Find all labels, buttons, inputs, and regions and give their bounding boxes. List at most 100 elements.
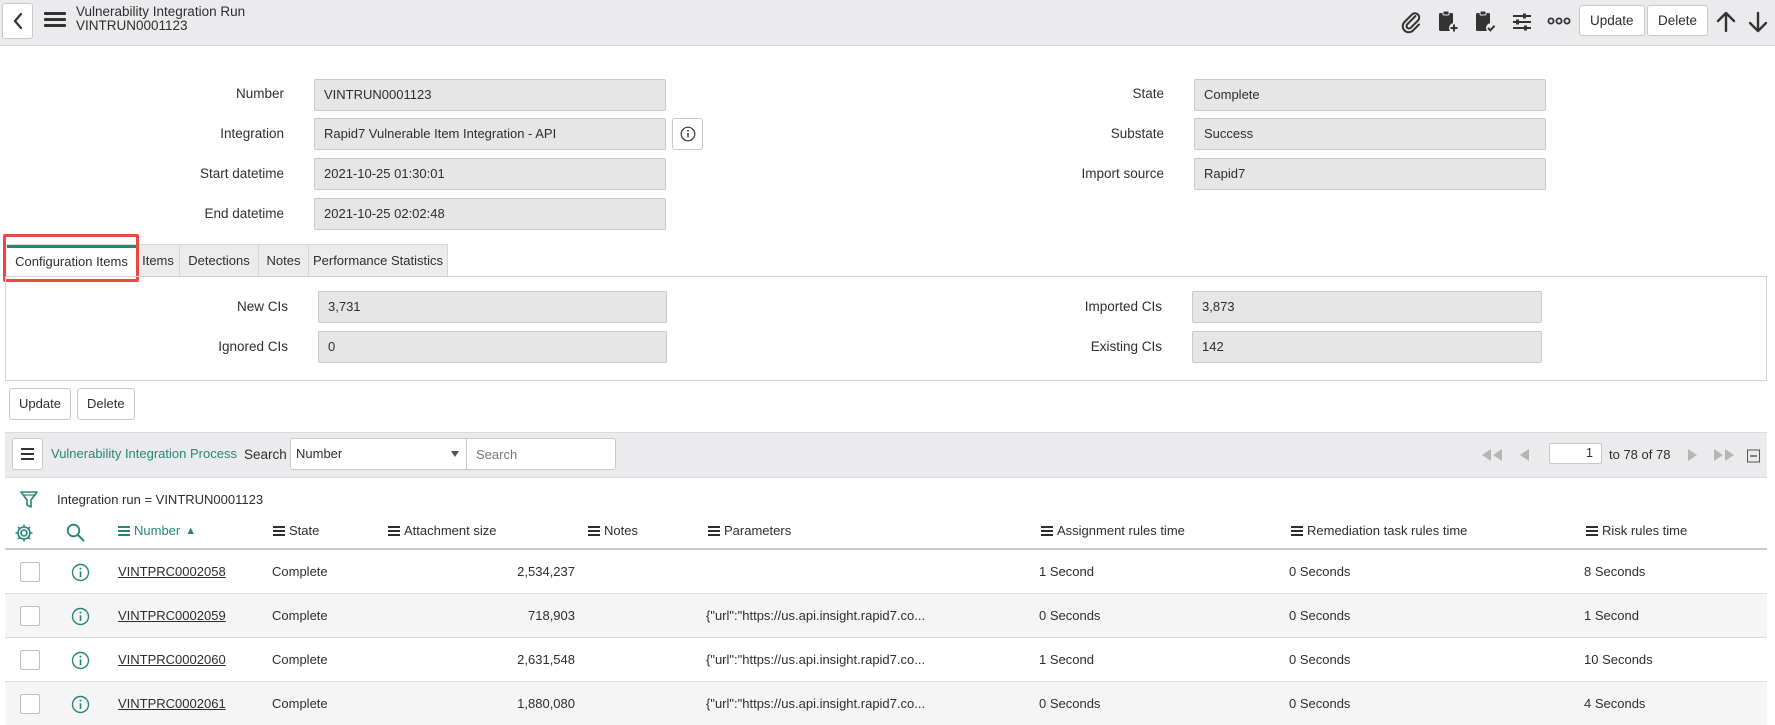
info-icon[interactable] bbox=[71, 563, 90, 582]
column-header-notes[interactable]: Notes bbox=[588, 523, 638, 538]
table-row[interactable]: VINTPRC0002059 Complete 718,903 {"url":"… bbox=[5, 594, 1767, 638]
row-number-link[interactable]: VINTPRC0002060 bbox=[118, 652, 226, 667]
tab-notes[interactable]: Notes bbox=[259, 245, 309, 276]
gear-icon[interactable] bbox=[14, 523, 34, 543]
clipboard-plus-icon[interactable] bbox=[1436, 9, 1460, 35]
column-menu-icon[interactable] bbox=[118, 524, 130, 538]
list-title[interactable]: Vulnerability Integration Process bbox=[51, 446, 237, 461]
search-field-select[interactable]: Number bbox=[290, 438, 467, 470]
import-source-label: Import source bbox=[1081, 166, 1164, 181]
imported-cis-label: Imported CIs bbox=[1084, 299, 1162, 314]
more-icon[interactable] bbox=[1547, 14, 1571, 28]
new-cis-field[interactable]: 3,731 bbox=[318, 291, 667, 323]
row-assignment-time: 1 Second bbox=[1039, 564, 1094, 579]
row-checkbox[interactable] bbox=[20, 650, 40, 670]
start-datetime-field[interactable]: 2021-10-25 01:30:01 bbox=[314, 158, 666, 190]
row-attachment-size: 1,880,080 bbox=[517, 696, 575, 711]
ignored-cis-field[interactable]: 0 bbox=[318, 331, 667, 363]
column-header-remediation-task-rules-time[interactable]: Remediation task rules time bbox=[1291, 523, 1467, 538]
table-row[interactable]: VINTPRC0002061 Complete 1,880,080 {"url"… bbox=[5, 682, 1767, 725]
back-button[interactable] bbox=[2, 3, 33, 39]
info-icon bbox=[680, 126, 695, 142]
search-input[interactable] bbox=[466, 438, 616, 470]
page-range-text: to 78 of 78 bbox=[1609, 447, 1671, 462]
row-remediation-time: 0 Seconds bbox=[1289, 652, 1351, 667]
first-page-icon[interactable] bbox=[1480, 447, 1504, 463]
end-datetime-field[interactable]: 2021-10-25 02:02:48 bbox=[314, 198, 666, 230]
last-page-icon[interactable] bbox=[1712, 447, 1736, 463]
form-update-button[interactable]: Update bbox=[9, 388, 71, 420]
column-menu-icon[interactable] bbox=[273, 524, 285, 538]
row-state: Complete bbox=[272, 652, 328, 667]
column-menu-icon[interactable] bbox=[1041, 524, 1053, 538]
state-label: State bbox=[1132, 86, 1164, 101]
record-type: Vulnerability Integration Run bbox=[76, 4, 246, 19]
substate-field[interactable]: Success bbox=[1194, 118, 1546, 150]
row-checkbox[interactable] bbox=[20, 562, 40, 582]
row-risk-time: 8 Seconds bbox=[1584, 564, 1646, 579]
tab-detections[interactable]: Detections bbox=[180, 245, 259, 276]
row-number-link[interactable]: VINTPRC0002058 bbox=[118, 564, 226, 579]
integration-field[interactable]: Rapid7 Vulnerable Item Integration - API bbox=[314, 118, 666, 150]
import-source-field[interactable]: Rapid7 bbox=[1194, 158, 1546, 190]
state-field[interactable]: Complete bbox=[1194, 79, 1546, 111]
arrow-up-icon[interactable] bbox=[1715, 10, 1737, 34]
sliders-icon[interactable] bbox=[1510, 10, 1534, 34]
previous-page-icon[interactable] bbox=[1518, 447, 1530, 463]
row-remediation-time: 0 Seconds bbox=[1289, 696, 1351, 711]
row-assignment-time: 1 Second bbox=[1039, 652, 1094, 667]
tab-performance-statistics[interactable]: Performance Statistics bbox=[309, 245, 448, 276]
page-number-input[interactable]: 1 bbox=[1549, 443, 1602, 464]
clipboard-check-icon[interactable] bbox=[1473, 9, 1497, 35]
row-risk-time: 1 Second bbox=[1584, 608, 1639, 623]
info-icon[interactable] bbox=[71, 607, 90, 626]
list-menu-button[interactable] bbox=[12, 438, 43, 470]
column-header-attachment-size[interactable]: Attachment size bbox=[388, 523, 497, 538]
tab-configuration-items[interactable]: Configuration Items bbox=[7, 245, 137, 276]
collapse-icon[interactable] bbox=[1747, 448, 1760, 464]
integration-label: Integration bbox=[220, 126, 284, 141]
info-icon[interactable] bbox=[71, 695, 90, 714]
integration-info-button[interactable] bbox=[672, 118, 703, 150]
number-field[interactable]: VINTRUN0001123 bbox=[314, 79, 666, 111]
column-menu-icon[interactable] bbox=[588, 524, 600, 538]
column-header-number[interactable]: Number ▲ bbox=[118, 523, 196, 538]
record-number: VINTRUN0001123 bbox=[76, 18, 188, 33]
row-checkbox[interactable] bbox=[20, 694, 40, 714]
paperclip-icon[interactable] bbox=[1399, 10, 1423, 34]
column-header-assignment-rules-time[interactable]: Assignment rules time bbox=[1041, 523, 1185, 538]
search-icon[interactable] bbox=[66, 523, 85, 542]
column-menu-icon[interactable] bbox=[708, 524, 720, 538]
filter-icon[interactable] bbox=[19, 490, 39, 510]
row-state: Complete bbox=[272, 608, 328, 623]
row-number-link[interactable]: VINTPRC0002061 bbox=[118, 696, 226, 711]
imported-cis-field[interactable]: 3,873 bbox=[1192, 291, 1542, 323]
column-header-parameters[interactable]: Parameters bbox=[708, 523, 791, 538]
column-menu-icon[interactable] bbox=[1291, 524, 1303, 538]
column-menu-icon[interactable] bbox=[388, 524, 400, 538]
header-update-button[interactable]: Update bbox=[1579, 5, 1645, 36]
substate-label: Substate bbox=[1110, 126, 1164, 141]
row-risk-time: 4 Seconds bbox=[1584, 696, 1646, 711]
row-risk-time: 10 Seconds bbox=[1584, 652, 1653, 667]
menu-icon[interactable] bbox=[44, 10, 66, 30]
column-header-risk-rules-time[interactable]: Risk rules time bbox=[1586, 523, 1687, 538]
info-icon[interactable] bbox=[71, 651, 90, 670]
table-row[interactable]: VINTPRC0002060 Complete 2,631,548 {"url"… bbox=[5, 638, 1767, 682]
header-delete-button[interactable]: Delete bbox=[1647, 5, 1709, 36]
filter-breadcrumb[interactable]: Integration run = VINTRUN0001123 bbox=[57, 492, 263, 507]
next-page-icon[interactable] bbox=[1687, 447, 1699, 463]
form-delete-button[interactable]: Delete bbox=[77, 388, 135, 420]
tab-items[interactable]: Items bbox=[137, 245, 180, 276]
start-datetime-label: Start datetime bbox=[199, 166, 284, 181]
sort-ascending-icon: ▲ bbox=[185, 524, 197, 537]
arrow-down-icon[interactable] bbox=[1747, 10, 1769, 34]
row-checkbox[interactable] bbox=[20, 606, 40, 626]
column-header-state[interactable]: State bbox=[273, 523, 319, 538]
row-number-link[interactable]: VINTPRC0002059 bbox=[118, 608, 226, 623]
ignored-cis-label: Ignored CIs bbox=[218, 339, 288, 354]
column-menu-icon[interactable] bbox=[1586, 524, 1598, 538]
row-parameters: {"url":"https://us.api.insight.rapid7.co… bbox=[706, 608, 926, 623]
table-row[interactable]: VINTPRC0002058 Complete 2,534,237 1 Seco… bbox=[5, 550, 1767, 594]
existing-cis-field[interactable]: 142 bbox=[1192, 331, 1542, 363]
